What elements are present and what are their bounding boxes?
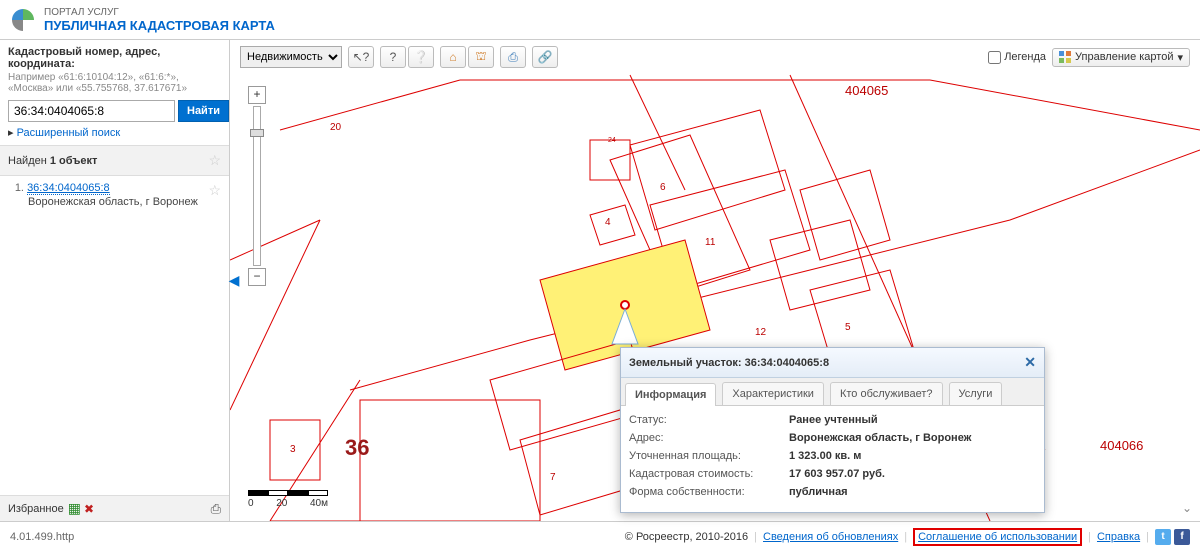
close-icon[interactable]: ✕ (1024, 354, 1036, 371)
map-area[interactable]: ◀ Недвижимость ↖? ? ❔ ⌂ ⛫ ⎙ 🔗 Легенда (230, 40, 1200, 521)
copyright: © Росреестр, 2010-2016 (625, 531, 748, 543)
zoom-handle[interactable] (250, 129, 264, 137)
svg-text:11: 11 (705, 237, 716, 248)
star-icon[interactable]: ☆ (208, 182, 221, 199)
search-hint: Например «61:6:10104:12», «61:6:*», «Мос… (8, 72, 221, 94)
help-link[interactable]: Справка (1097, 531, 1140, 543)
svg-text:12: 12 (755, 327, 767, 338)
favorites-bar: Избранное ▦ ✖ ⎙ (0, 495, 229, 521)
layers-icon (1059, 51, 1071, 63)
search-input[interactable] (8, 100, 175, 122)
updates-link[interactable]: Сведения об обновлениях (763, 531, 898, 543)
advanced-search-link[interactable]: ▸ Расширенный поиск (8, 126, 221, 139)
legend-checkbox[interactable]: Легенда (988, 51, 1046, 64)
svg-text:5: 5 (845, 322, 851, 333)
result-item: 1. 36:34:0404065:8 ☆ Воронежская область… (8, 182, 221, 208)
structures-icon[interactable]: ⛫ (468, 46, 494, 68)
excel-icon[interactable]: ▦ (68, 500, 81, 516)
zoom-track[interactable] (253, 106, 261, 266)
print-icon[interactable]: ⎙ (500, 46, 526, 68)
results-list: 1. 36:34:0404065:8 ☆ Воронежская область… (0, 176, 229, 495)
chevron-down-icon: ▾ (1177, 51, 1183, 64)
sidebar: Кадастровый номер, адрес, координата: На… (0, 40, 230, 521)
tab-characteristics[interactable]: Характеристики (722, 382, 824, 405)
info-icon[interactable]: ❔ (408, 46, 434, 68)
svg-text:36: 36 (345, 435, 369, 460)
result-address: Воронежская область, г Воронеж (28, 196, 221, 208)
zoom-out-button[interactable]: − (248, 268, 266, 286)
svg-text:20: 20 (330, 122, 342, 133)
svg-text:404065: 404065 (845, 83, 888, 98)
facebook-icon[interactable]: f (1174, 529, 1190, 545)
result-link[interactable]: 36:34:0404065:8 (27, 182, 110, 195)
chevron-down-icon[interactable]: ⌄ (1182, 501, 1192, 515)
star-icon[interactable]: ☆ (208, 152, 221, 169)
link-icon[interactable]: 🔗 (532, 46, 558, 68)
zoom-slider[interactable]: + − (248, 86, 266, 286)
logo-icon (10, 7, 36, 33)
svg-text:404066: 404066 (1100, 438, 1143, 453)
app-header: ПОРТАЛ УСЛУГ ПУБЛИЧНАЯ КАДАСТРОВАЯ КАРТА (0, 0, 1200, 40)
svg-text:3: 3 (290, 444, 296, 455)
delete-icon[interactable]: ✖ (84, 502, 94, 516)
terms-link[interactable]: Соглашение об использовании (918, 531, 1077, 543)
buildings-icon[interactable]: ⌂ (440, 46, 466, 68)
zoom-in-button[interactable]: + (248, 86, 266, 104)
svg-text:7: 7 (550, 472, 556, 483)
favorites-label: Избранное (8, 503, 64, 515)
header-subtitle: ПОРТАЛ УСЛУГ (44, 7, 275, 18)
pointer-tool-icon[interactable]: ↖? (348, 46, 374, 68)
parcel-info-popup: Земельный участок: 36:34:0404065:8 ✕ Инф… (620, 347, 1045, 513)
footer: 4.01.499.http © Росреестр, 2010-2016 | С… (0, 521, 1200, 551)
layer-select[interactable]: Недвижимость (240, 46, 342, 68)
svg-text:4: 4 (605, 217, 611, 228)
print-icon[interactable]: ⎙ (211, 501, 221, 517)
svg-text:24: 24 (608, 137, 616, 144)
popup-title: Земельный участок: 36:34:0404065:8 (629, 357, 829, 369)
scale-bar: 02040м (248, 490, 328, 509)
tab-info[interactable]: Информация (625, 383, 716, 406)
svg-text:6: 6 (660, 182, 666, 193)
tab-who-serves[interactable]: Кто обслуживает? (830, 382, 943, 405)
map-toolbar: Недвижимость ↖? ? ❔ ⌂ ⛫ ⎙ 🔗 Легенда (240, 46, 1190, 68)
search-button[interactable]: Найти (178, 100, 229, 122)
twitter-icon[interactable]: t (1155, 529, 1171, 545)
version-label: 4.01.499.http (10, 531, 74, 543)
popup-tabs: Информация Характеристики Кто обслуживае… (621, 378, 1044, 406)
search-label: Кадастровый номер, адрес, координата: (8, 46, 221, 70)
header-title: ПУБЛИЧНАЯ КАДАСТРОВАЯ КАРТА (44, 18, 275, 33)
help-icon[interactable]: ? (380, 46, 406, 68)
results-header: Найден 1 объект ☆ (0, 146, 229, 176)
collapse-sidebar-handle[interactable]: ◀ (229, 263, 239, 299)
map-control-button[interactable]: Управление картой ▾ (1052, 48, 1190, 67)
tab-services[interactable]: Услуги (949, 382, 1003, 405)
popup-body[interactable]: Статус:Ранее учтенный Адрес:Воронежская … (621, 406, 1044, 512)
